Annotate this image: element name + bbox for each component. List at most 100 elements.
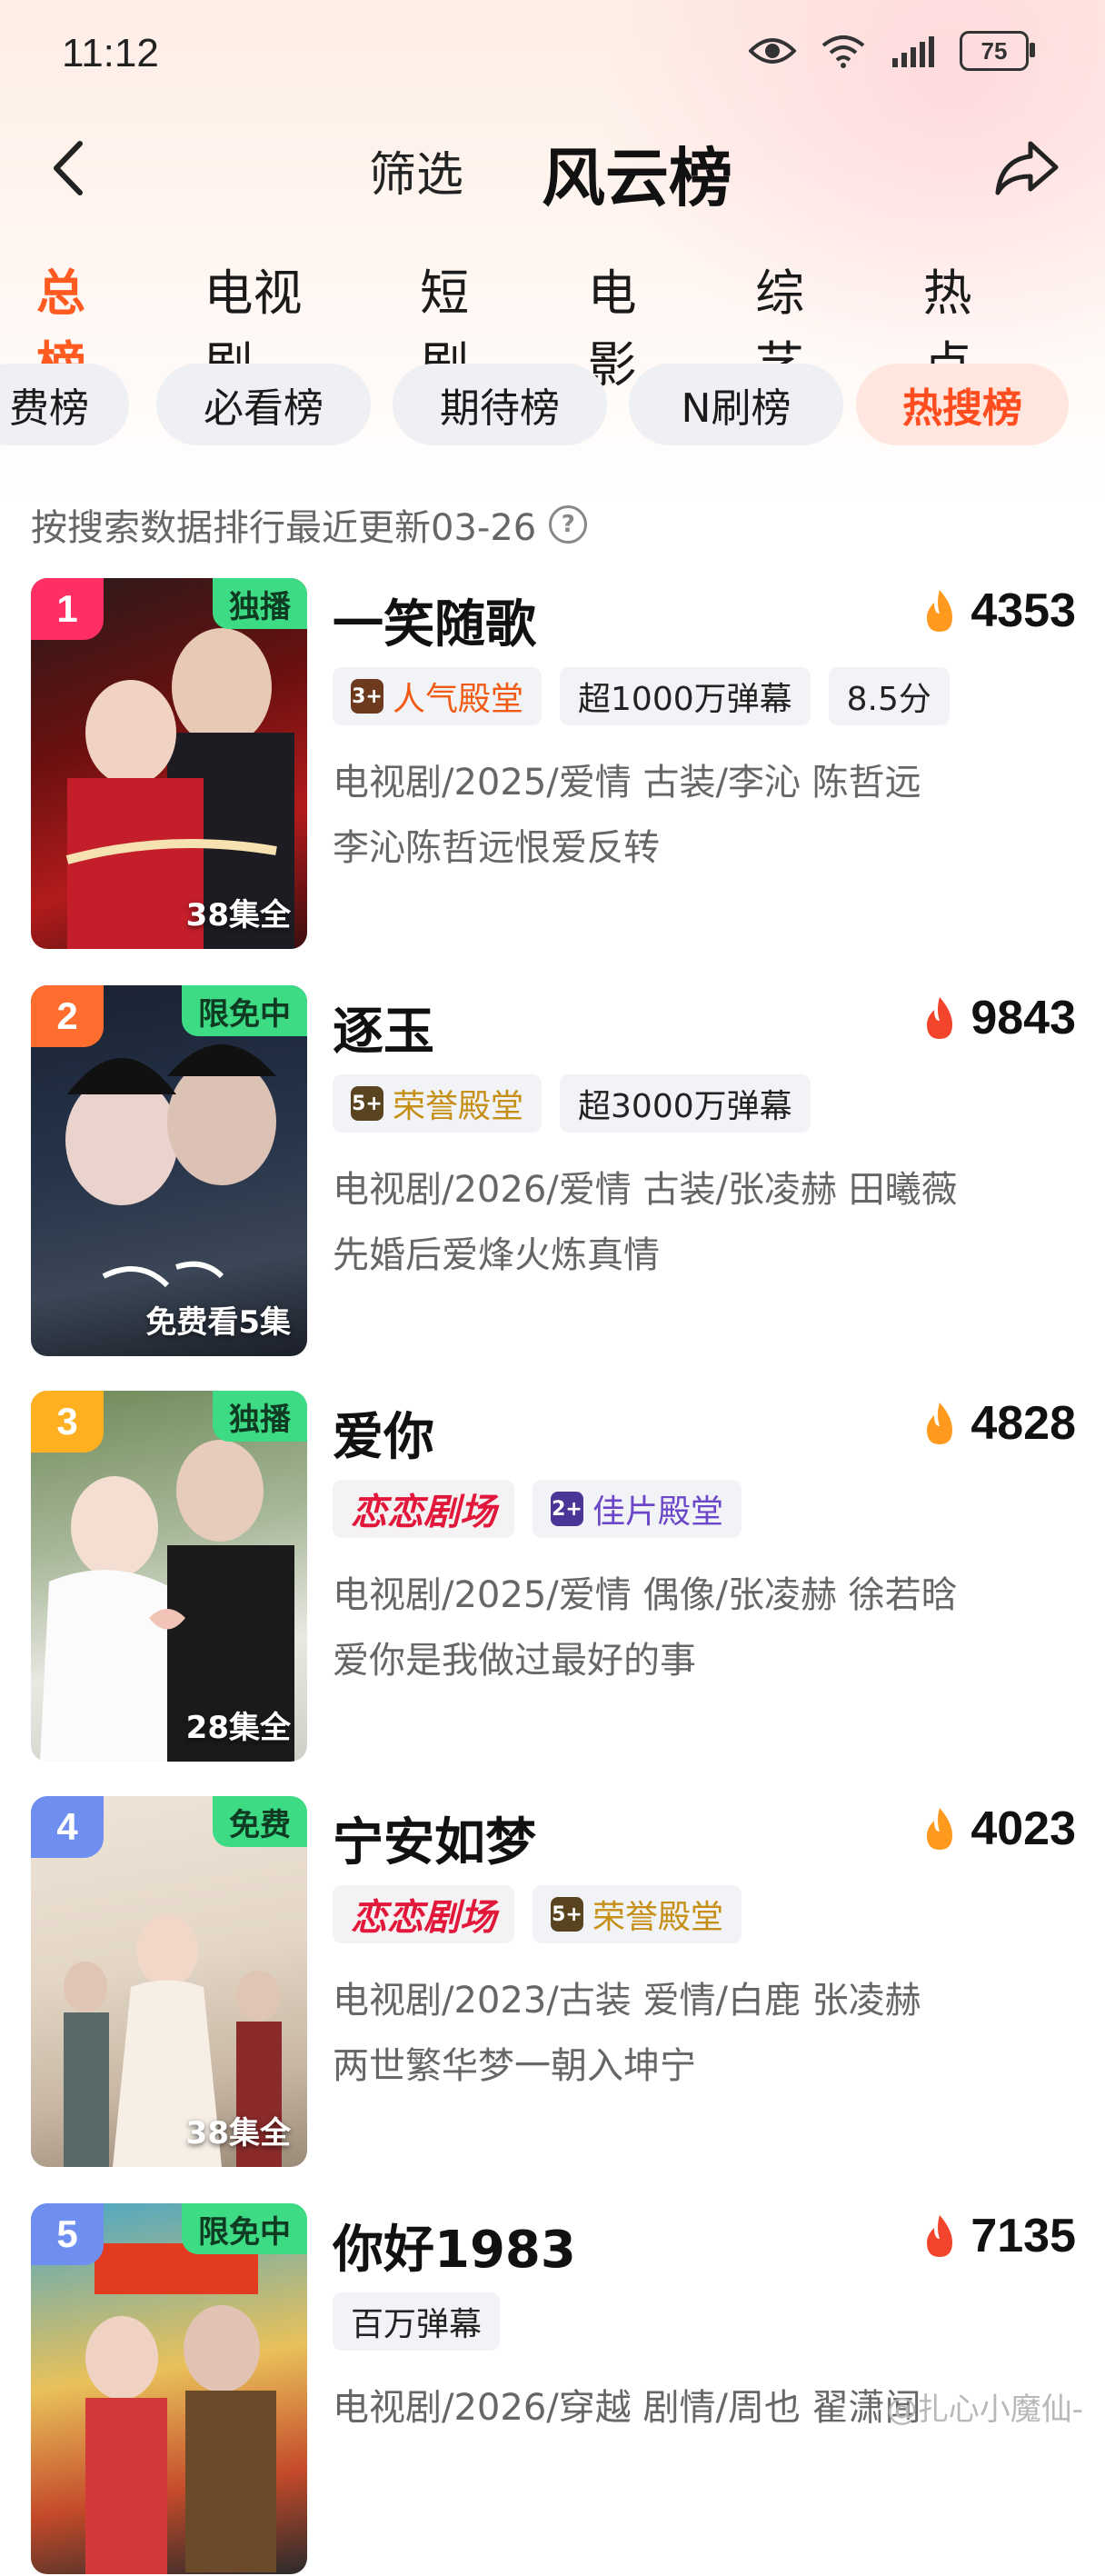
badge-text: 佳片殿堂: [592, 1493, 724, 1531]
poster-image[interactable]: 5 限免中: [31, 2203, 307, 2574]
poster-image[interactable]: 4 免费 38集全: [31, 1796, 307, 2167]
episode-count: 38集全: [185, 2115, 291, 2152]
chip-rewatch[interactable]: N刷榜: [629, 364, 843, 445]
item-meta: 电视剧/2025/爱情 偶像/张凌赫 徐若晗: [333, 1574, 958, 1616]
item-description: 李沁陈哲远恨爱反转: [333, 827, 660, 869]
share-icon[interactable]: [992, 135, 1061, 198]
flame-icon: [927, 590, 953, 632]
chip-anticipated[interactable]: 期待榜: [393, 364, 607, 445]
poster-image[interactable]: 2 限免中 免费看5集: [31, 985, 307, 1356]
episode-count: 28集全: [185, 1710, 291, 1746]
item-description: 两世繁华梦一朝入坤宁: [333, 2045, 696, 2087]
heat-score: 4353: [921, 584, 1076, 638]
eye-icon: [749, 38, 796, 64]
rank-badge: 1: [31, 578, 104, 640]
status-bar: 11:12 75: [0, 0, 1105, 109]
wifi-icon: [821, 35, 865, 68]
badge-text: 人气殿堂: [393, 681, 524, 718]
item-info: 爱你 4828 恋恋剧场 2+ 佳片殿堂 电视剧/2025/爱情 偶像/张凌赫 …: [333, 1391, 1076, 1762]
list-item[interactable]: 2 限免中 免费看5集 逐玉 9843 5+ 荣誉殿堂 超3000万弹幕 电视剧…: [31, 985, 1076, 1358]
item-title[interactable]: 一笑随歌: [333, 584, 536, 657]
item-title[interactable]: 宁安如梦: [333, 1802, 536, 1875]
item-info: 逐玉 9843 5+ 荣誉殿堂 超3000万弹幕 电视剧/2026/爱情 古装/…: [333, 985, 1076, 1356]
item-meta: 电视剧/2025/爱情 古装/李沁 陈哲远: [333, 762, 921, 804]
badge-love-theater: 恋恋剧场: [333, 1885, 514, 1943]
update-info: 按搜索数据排行最近更新03-26 ?: [31, 498, 588, 551]
badge-danmaku: 超1000万弹幕: [560, 667, 811, 725]
heat-score: 9843: [921, 991, 1076, 1045]
hall-icon: 5+: [551, 1897, 583, 1932]
status-icons: 75: [749, 31, 1035, 71]
signal-icon: [892, 36, 934, 67]
heat-score-value: 4023: [971, 1802, 1076, 1855]
chip-paid-rank[interactable]: 费榜: [0, 364, 129, 445]
item-meta: 电视剧/2023/古装 爱情/白鹿 张凌赫: [333, 1980, 921, 2022]
item-info: 一笑随歌 4353 3+ 人气殿堂 超1000万弹幕 8.5分 电视剧/2025…: [333, 578, 1076, 949]
list-item[interactable]: 1 独播 38集全 一笑随歌 4353 3+ 人气殿堂 超1000万弹幕 8.5…: [31, 578, 1076, 951]
badge-danmaku: 百万弹幕: [333, 2292, 501, 2351]
badge-row: 3+ 人气殿堂 超1000万弹幕 8.5分: [333, 667, 950, 725]
top-header: 筛选 风云榜: [0, 127, 1105, 218]
status-time: 11:12: [62, 31, 159, 75]
heat-score-value: 9843: [971, 992, 1076, 1044]
badge-popular-hall: 3+ 人气殿堂: [333, 667, 543, 725]
rank-badge: 3: [31, 1391, 104, 1453]
item-meta: 电视剧/2026/穿越 剧情/周也 翟潇闻: [333, 2387, 921, 2429]
item-description: 先婚后爱烽火炼真情: [333, 1234, 660, 1276]
limited-free-tag: 限免中: [182, 985, 307, 1036]
badge-fine-film-hall: 2+ 佳片殿堂: [533, 1480, 742, 1538]
rank-badge: 4: [31, 1796, 104, 1858]
free-tag: 免费: [213, 1796, 307, 1847]
episode-count: 免费看5集: [145, 1304, 291, 1341]
badge-row: 恋恋剧场 2+ 佳片殿堂: [333, 1480, 742, 1538]
list-item[interactable]: 3 独播 28集全 爱你 4828 恋恋剧场 2+ 佳片殿堂 电视剧/2025/…: [31, 1391, 1076, 1763]
hall-icon: 3+: [351, 679, 383, 714]
exclusive-tag: 独播: [213, 1391, 307, 1442]
back-arrow-icon[interactable]: [44, 136, 98, 200]
badge-love-theater: 恋恋剧场: [333, 1480, 514, 1538]
badge-honor-hall: 5+ 荣誉殿堂: [333, 1074, 543, 1133]
heat-score-value: 4353: [971, 584, 1076, 637]
badge-text: 荣誉殿堂: [592, 1899, 724, 1936]
page-title: 风云榜: [542, 141, 732, 215]
ranking-chips: 费榜 必看榜 期待榜 N刷榜 热搜榜: [0, 364, 1105, 445]
chip-hot-search[interactable]: 热搜榜: [856, 364, 1069, 445]
badge-honor-hall: 5+ 荣誉殿堂: [533, 1885, 742, 1943]
list-item[interactable]: 4 免费 38集全 宁安如梦 4023 恋恋剧场 5+ 荣誉殿堂 电视剧/202…: [31, 1796, 1076, 2169]
limited-free-tag: 限免中: [182, 2203, 307, 2254]
item-info: 宁安如梦 4023 恋恋剧场 5+ 荣誉殿堂 电视剧/2023/古装 爱情/白鹿…: [333, 1796, 1076, 2167]
hall-icon: 5+: [351, 1086, 383, 1121]
help-icon[interactable]: ?: [549, 505, 588, 544]
heat-score: 4828: [921, 1396, 1076, 1451]
badge-text: 荣誉殿堂: [393, 1088, 524, 1125]
exclusive-tag: 独播: [213, 578, 307, 629]
hall-icon: 2+: [551, 1492, 583, 1526]
rank-badge: 2: [31, 985, 104, 1047]
rank-badge: 5: [31, 2203, 104, 2265]
heat-score: 4023: [921, 1802, 1076, 1856]
filter-button[interactable]: 筛选: [369, 136, 463, 205]
flame-icon: [927, 1403, 953, 1444]
heat-score-value: 4828: [971, 1397, 1076, 1450]
chip-must-watch[interactable]: 必看榜: [156, 364, 371, 445]
badge-rating: 8.5分: [828, 667, 950, 725]
item-title[interactable]: 爱你: [333, 1396, 434, 1470]
battery-icon: 75: [960, 31, 1035, 71]
flame-icon: [927, 1808, 953, 1850]
badge-danmaku: 超3000万弹幕: [560, 1074, 811, 1133]
item-title[interactable]: 逐玉: [333, 991, 434, 1064]
heat-score-value: 7135: [971, 2210, 1076, 2262]
item-description: 爱你是我做过最好的事: [333, 1640, 696, 1682]
watermark: @扎心小魔仙-: [886, 2391, 1083, 2428]
heat-score: 7135: [921, 2209, 1076, 2263]
update-info-text: 按搜索数据排行最近更新03-26: [31, 507, 537, 549]
badge-row: 百万弹幕: [333, 2292, 501, 2351]
badge-row: 5+ 荣誉殿堂 超3000万弹幕: [333, 1074, 811, 1133]
poster-image[interactable]: 3 独播 28集全: [31, 1391, 307, 1762]
flame-icon: [927, 997, 953, 1039]
flame-icon: [927, 2215, 953, 2257]
item-title[interactable]: 你好1983: [333, 2209, 576, 2282]
badge-row: 恋恋剧场 5+ 荣誉殿堂: [333, 1885, 742, 1943]
episode-count: 38集全: [185, 897, 291, 934]
poster-image[interactable]: 1 独播 38集全: [31, 578, 307, 949]
